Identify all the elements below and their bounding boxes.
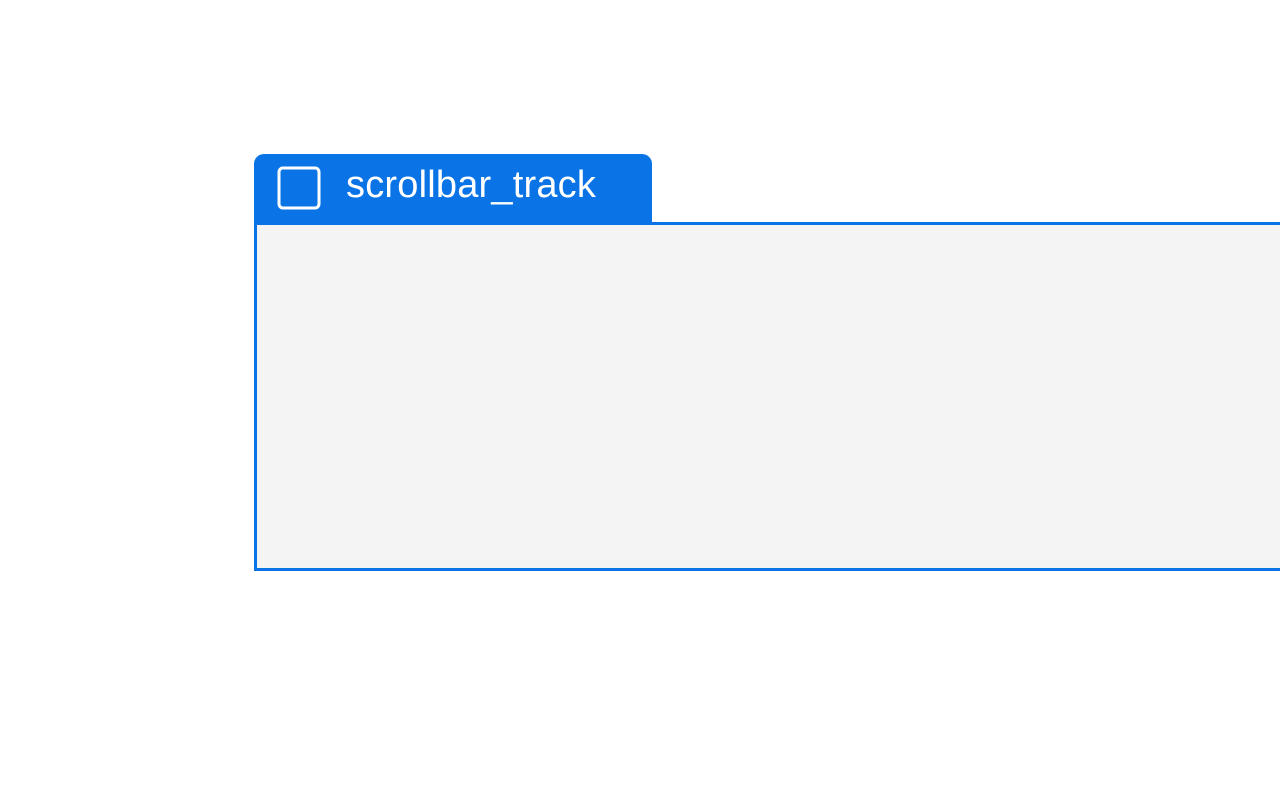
element-label-tag: scrollbar_track [254, 154, 652, 222]
canvas-clip: scrollbar_track [0, 0, 1280, 800]
checkbox-square-icon [276, 165, 322, 211]
canvas: scrollbar_track [0, 0, 1280, 800]
element-label-text: scrollbar_track [346, 164, 597, 206]
scrollbar-track[interactable] [254, 222, 1280, 571]
